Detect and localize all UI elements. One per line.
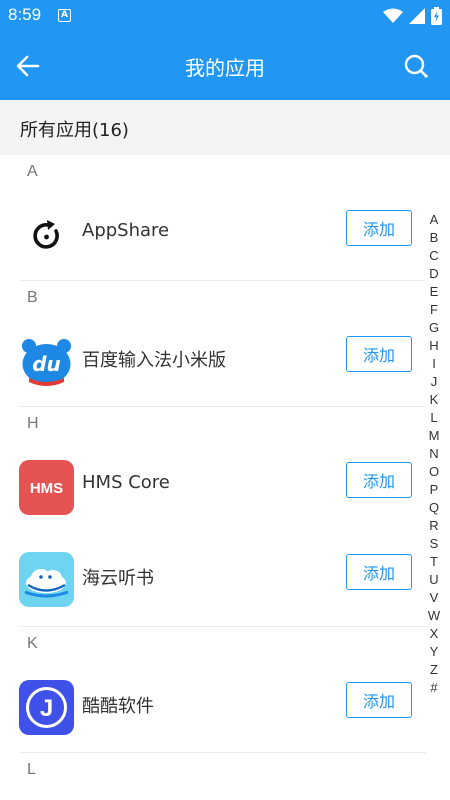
section-header-b: B — [27, 289, 38, 306]
wifi-icon — [383, 8, 403, 23]
divider — [20, 752, 426, 753]
index-letter-n[interactable]: N — [429, 445, 438, 463]
index-letter-b[interactable]: B — [430, 229, 439, 247]
add-button[interactable]: 添加 — [346, 554, 412, 590]
search-icon[interactable] — [402, 52, 430, 80]
app-name: 百度输入法小米版 — [82, 350, 226, 371]
section-header-k: K — [27, 635, 38, 652]
signal-icon — [409, 8, 425, 24]
index-letter-a[interactable]: A — [430, 211, 439, 229]
index-letter-j[interactable]: J — [431, 373, 438, 391]
page-title: 我的应用 — [185, 56, 265, 80]
index-letter-g[interactable]: G — [429, 319, 439, 337]
hms-icon-text: HMS — [30, 480, 63, 497]
status-bar: 8:59 A — [0, 0, 450, 32]
index-letter-v[interactable]: V — [430, 589, 439, 607]
index-letter-t[interactable]: T — [430, 553, 438, 571]
system-icons — [383, 6, 442, 26]
section-header-a: A — [27, 163, 38, 180]
app-name: AppShare — [82, 220, 170, 241]
index-letter-c[interactable]: C — [429, 247, 438, 265]
list-item: du 百度输入法小米版 添加 — [0, 315, 450, 407]
add-button[interactable]: 添加 — [346, 462, 412, 498]
all-apps-header: 所有应用(16) — [0, 100, 450, 155]
divider — [20, 406, 426, 407]
appshare-icon — [19, 208, 74, 263]
notification-icon: A — [58, 9, 71, 22]
app-name: 酷酷软件 — [82, 696, 154, 717]
app-bar: 我的应用 — [0, 32, 450, 100]
add-button[interactable]: 添加 — [346, 336, 412, 372]
alphabet-index[interactable]: A B C D E F G H I J K L M N O P Q R S T U V W X Y Z # — [427, 211, 441, 697]
list-item: HMS HMS Core 添加 — [0, 441, 450, 533]
list-item: AppShare 添加 — [0, 189, 450, 281]
section-header-l: L — [27, 761, 36, 778]
add-button[interactable]: 添加 — [346, 682, 412, 718]
index-letter-f[interactable]: F — [430, 301, 438, 319]
index-letter-s[interactable]: S — [430, 535, 439, 553]
index-letter-h[interactable]: H — [429, 337, 438, 355]
index-letter-y[interactable]: Y — [430, 643, 439, 661]
index-letter-p[interactable]: P — [430, 481, 439, 499]
index-letter-o[interactable]: O — [429, 463, 439, 481]
index-letter-e[interactable]: E — [430, 283, 439, 301]
index-letter-w[interactable]: W — [428, 607, 440, 625]
index-letter-l[interactable]: L — [430, 409, 437, 427]
app-name: HMS Core — [82, 472, 170, 493]
app-name: 海云听书 — [82, 568, 154, 589]
index-letter-m[interactable]: M — [429, 427, 440, 445]
divider — [20, 280, 426, 281]
add-button[interactable]: 添加 — [346, 210, 412, 246]
section-header-h: H — [27, 415, 39, 432]
battery-icon — [431, 7, 442, 25]
list-item: 海云听书 添加 — [0, 533, 450, 627]
status-time: 8:59 — [8, 5, 42, 24]
index-letter-i[interactable]: I — [432, 355, 436, 373]
hms-core-icon: HMS — [19, 460, 74, 515]
divider — [20, 626, 426, 627]
index-letter-u[interactable]: U — [429, 571, 438, 589]
baidu-input-icon: du — [19, 334, 74, 389]
svg-text:du: du — [32, 352, 61, 376]
index-letter-r[interactable]: R — [429, 517, 438, 535]
index-letter-x[interactable]: X — [430, 625, 439, 643]
index-letter-z[interactable]: Z — [430, 661, 438, 679]
app-list[interactable]: A AppShare 添加 B du 百度输入法小米版 添加 H HMS HMS… — [0, 155, 450, 800]
haiyun-tingshu-icon — [19, 552, 74, 607]
kuku-icon-text: J — [40, 695, 53, 722]
all-apps-count: 所有应用(16) — [20, 120, 129, 141]
kuku-software-icon: J — [19, 680, 74, 735]
index-letter-k[interactable]: K — [430, 391, 439, 409]
index-letter-q[interactable]: Q — [429, 499, 439, 517]
list-item: J 酷酷软件 添加 — [0, 661, 450, 753]
index-letter-d[interactable]: D — [429, 265, 438, 283]
index-letter-hash[interactable]: # — [430, 679, 437, 697]
